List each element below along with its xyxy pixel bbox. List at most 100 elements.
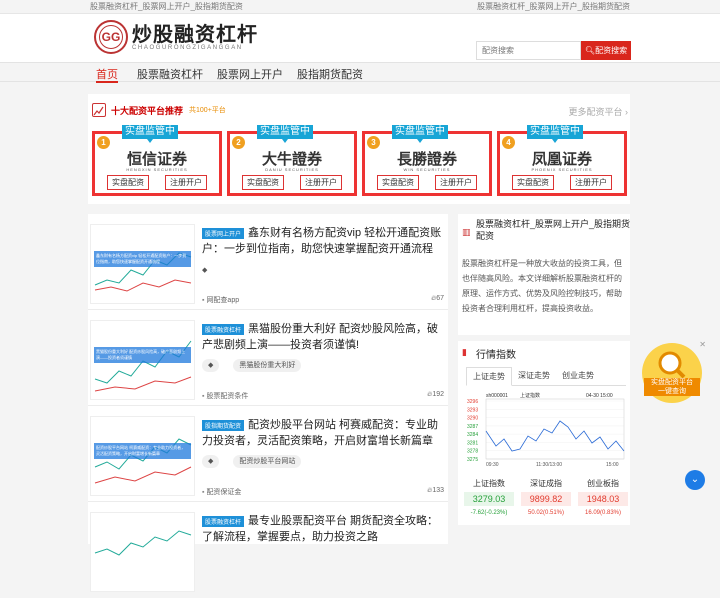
nav-futures[interactable]: 股指期货配资 — [297, 66, 363, 82]
index-quotes: 上证指数 3279.03 -7.62(-0.23%) 深证成指 9899.82 … — [464, 478, 628, 516]
top-bar-left-text: 股票融资杠杆_股票网上开户_股指期货配资 — [90, 2, 243, 11]
chart-y-tick: 3275 — [467, 457, 478, 463]
quote-value: 1948.03 — [578, 492, 628, 506]
nav-online-account[interactable]: 股票网上开户 — [217, 66, 283, 82]
tag-icon: ◆ — [202, 455, 220, 468]
keyword-chip[interactable]: 黑猫股份重大利好 — [233, 359, 302, 372]
quote-shanghai[interactable]: 上证指数 3279.03 -7.62(-0.23%) — [464, 478, 514, 516]
thumbnail-caption: 配资炒股平台网站 柯赛威配资：专业助力投资者，灵活配资策略，开启财富增长新篇章 — [94, 443, 191, 459]
chart-bar-icon: ▥ — [462, 227, 471, 237]
platform-badge: 实盘监管中 — [392, 125, 448, 143]
quote-name: 创业板指 — [587, 479, 619, 488]
platform-trade-button[interactable]: 实盘配资 — [242, 175, 284, 190]
float-label: 实盘配资平台 一键查询 — [644, 378, 700, 396]
scroll-top-button[interactable]: ⌄ — [685, 470, 705, 490]
more-platforms-label: 更多配资平台 — [568, 107, 623, 117]
article-title[interactable]: 最专业股票配资平台 期货配资全攻略：了解流程，掌握要点，助力投资之路 — [202, 513, 442, 545]
quote-name: 深证成指 — [530, 479, 562, 488]
article-views: 🔥︎192 — [427, 391, 444, 398]
article-thumbnail[interactable] — [90, 512, 195, 592]
platform-register-button[interactable]: 注册开户 — [165, 175, 207, 190]
logo-subtitle: CHAOGURONGZIGANGGAN — [132, 45, 243, 51]
chart-code: sh000001 — [486, 393, 508, 399]
platform-sub: WIN SECURITIES — [403, 167, 451, 172]
platform-sub: PHOENIX SECURITIES — [531, 167, 593, 172]
thumbnail-caption: 鑫东财有名杨方配资vip 轻松开通配资账户：一步到位指南，助您快速掌握配资开通流… — [94, 251, 191, 267]
article-category[interactable]: 股票配资条件 — [202, 391, 248, 401]
article-title[interactable]: 配资炒股平台网站 柯赛威配资：专业助力投资者，灵活配资策略，开启财富增长新篇章 — [202, 417, 442, 449]
top-bar-right-text: 股票融资杠杆_股票网上开户_股指期货配资 — [477, 2, 630, 11]
site-intro-title: ▥ 股票融资杠杆_股票网上开户_股指期货配资 — [462, 218, 630, 242]
more-platforms-link[interactable]: 更多配资平台 › — [568, 105, 628, 118]
nav-stock-leverage[interactable]: 股票融资杠杆 — [137, 66, 203, 82]
platform-trade-button[interactable]: 实盘配资 — [107, 175, 149, 190]
article-item[interactable]: 配资炒股平台网站 柯赛威配资：专业助力投资者，灵活配资策略，开启财富增长新篇章 … — [88, 406, 448, 502]
article-item[interactable]: 鑫东财有名杨方配资vip 轻松开通配资账户：一步到位指南，助您快速掌握配资开通流… — [88, 214, 448, 310]
float-label-text: 实盘配资平台 — [651, 379, 693, 386]
index-tabs: 上证走势 深证走势 创业走势 — [466, 367, 626, 386]
tab-chinext[interactable]: 创业走势 — [556, 367, 600, 385]
platform-recommend-panel: 十大配资平台推荐 共100+平台 更多配资平台 › 实盘监管中 1 恒信证券 H… — [88, 94, 630, 204]
platform-card[interactable]: 实盘监管中 2 大牛證券 DANIU SECURITIES 实盘配资 注册开户 — [227, 125, 357, 196]
platform-register-button[interactable]: 注册开户 — [435, 175, 477, 190]
tab-shanghai[interactable]: 上证走势 — [466, 367, 512, 386]
platform-sub: HENGXIN SECURITIES — [126, 167, 188, 172]
chart-x-tick: 15:00 — [606, 462, 619, 468]
article-title[interactable]: 鑫东财有名杨方配资vip 轻松开通配资账户：一步到位指南，助您快速掌握配资开通流… — [202, 225, 442, 257]
chart-y-tick: 3287 — [467, 424, 478, 430]
chevron-right-icon: › — [625, 107, 628, 117]
platform-name: 大牛證券 — [261, 149, 322, 168]
chart-trend-icon — [92, 103, 106, 117]
platform-query-float[interactable]: 实盘配资平台 一键查询 ✕ — [642, 340, 706, 403]
bookmark-icon: ▮ — [462, 347, 467, 357]
site-logo[interactable]: GG 炒股融资杠杆 CHAOGURONGZIGANGGAN — [94, 20, 258, 54]
article-title[interactable]: 黑猫股份重大利好 配资炒股风险高，破产悲剧频上演——投资者须谨慎! — [202, 321, 442, 353]
platform-card[interactable]: 实盘监管中 3 長勝證券 WIN SECURITIES 实盘配资 注册开户 — [362, 125, 492, 196]
chart-y-tick: 3281 — [467, 440, 478, 446]
search-button[interactable]: 🔍︎配资搜索 — [581, 41, 631, 60]
site-intro-heading: 股票融资杠杆_股票网上开户_股指期货配资 — [476, 219, 631, 241]
platform-badge: 实盘监管中 — [257, 125, 313, 143]
article-thumbnail[interactable]: 配资炒股平台网站 柯赛威配资：专业助力投资者，灵活配资策略，开启财富增长新篇章 — [90, 416, 195, 496]
chart-time: 04-30 15:00 — [586, 393, 613, 399]
logo-title: 炒股融资杠杆 — [132, 22, 258, 46]
search-form: 🔍︎配资搜索 — [476, 41, 631, 60]
site-intro-card: ▥ 股票融资杠杆_股票网上开户_股指期货配资 股票融资杠杆是一种放大收益的投资工… — [458, 214, 630, 335]
logo-mark-icon: GG — [94, 20, 128, 54]
main-nav: 首页 股票融资杠杆 股票网上开户 股指期货配资 — [0, 62, 720, 83]
quote-name: 上证指数 — [473, 479, 505, 488]
platform-name: 長勝證券 — [396, 149, 457, 168]
quote-value: 9899.82 — [521, 492, 571, 506]
close-icon[interactable]: ✕ — [699, 340, 706, 349]
chart-y-tick: 3296 — [467, 399, 478, 405]
chart-name: 上证指数 — [520, 392, 540, 399]
platform-card[interactable]: 实盘监管中 1 恒信证券 HENGXIN SECURITIES 实盘配资 注册开户 — [92, 125, 222, 196]
nav-home[interactable]: 首页 — [96, 66, 118, 82]
article-category[interactable]: 配资保证金 — [202, 487, 241, 497]
quote-shenzhen[interactable]: 深证成指 9899.82 50.02(0.51%) — [521, 478, 571, 516]
chart-y-tick: 3284 — [467, 432, 478, 438]
chart-y-tick: 3278 — [467, 449, 478, 455]
keyword-row: ◆ 黑猫股份重大利好 — [202, 359, 302, 372]
article-views-count: 192 — [432, 391, 444, 398]
quote-change: -7.62(-0.23%) — [470, 510, 508, 516]
article-thumbnail[interactable]: 鑫东财有名杨方配资vip 轻松开通配资账户：一步到位指南，助您快速掌握配资开通流… — [90, 224, 195, 304]
quote-chinext[interactable]: 创业板指 1948.03 16.09(0.83%) — [578, 478, 628, 516]
search-button-label: 配资搜索 — [595, 46, 628, 55]
article-thumbnail[interactable]: 黑猫股份重大利好 配资炒股风险高，破产悲剧频上演——投资者须谨慎 — [90, 320, 195, 400]
article-category[interactable]: 网配查app — [202, 295, 239, 305]
platform-trade-button[interactable]: 实盘配资 — [377, 175, 419, 190]
article-item[interactable]: 股票融资杠杆 最专业股票配资平台 期货配资全攻略：了解流程，掌握要点，助力投资之… — [88, 502, 448, 598]
article-views-count: 133 — [432, 487, 444, 494]
index-minute-chart: sh000001 上证指数 04-30 15:00 3296 3293 3290 32… — [466, 391, 626, 471]
platform-trade-button[interactable]: 实盘配资 — [512, 175, 554, 190]
tab-shenzhen[interactable]: 深证走势 — [512, 367, 556, 385]
article-item[interactable]: 黑猫股份重大利好 配资炒股风险高，破产悲剧频上演——投资者须谨慎 股票融资杠杆 … — [88, 310, 448, 406]
platform-card[interactable]: 实盘监管中 4 凤凰证券 PHOENIX SECURITIES 实盘配资 注册开户 — [497, 125, 627, 196]
platform-register-button[interactable]: 注册开户 — [570, 175, 612, 190]
search-input[interactable] — [476, 41, 581, 60]
market-index-card: ▮ 行情指数 上证走势 深证走势 创业走势 sh000001 上证指数 04-3… — [458, 335, 630, 525]
search-icon: 🔍︎ — [584, 46, 596, 55]
keyword-chip[interactable]: 配资炒股平台网站 — [233, 455, 302, 468]
platform-register-button[interactable]: 注册开户 — [300, 175, 342, 190]
